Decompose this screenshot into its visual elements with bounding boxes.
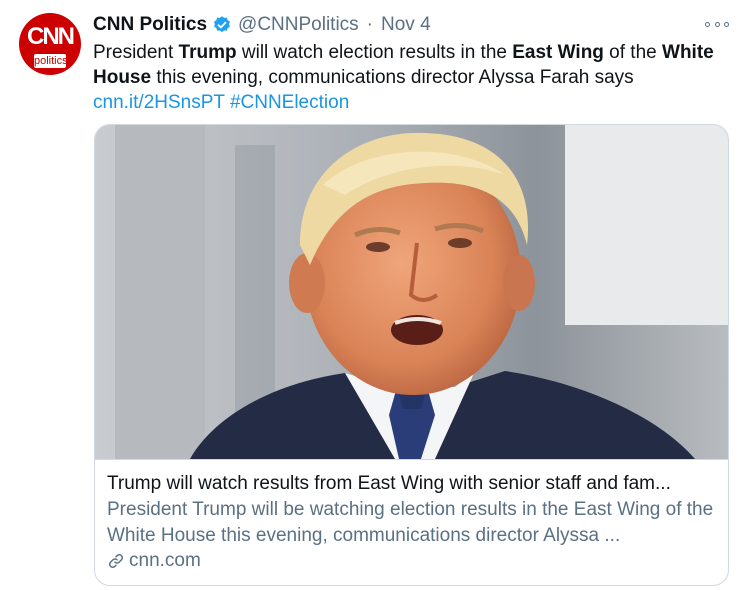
- card-domain-text: cnn.com: [129, 550, 201, 571]
- avatar[interactable]: CNN politics: [19, 13, 81, 75]
- tweet-date[interactable]: Nov 4: [381, 14, 431, 36]
- link-preview-card[interactable]: Trump will watch results from East Wing …: [94, 124, 729, 586]
- tweet-bold-east-wing: East Wing: [512, 42, 604, 63]
- tweet-text-part: of the: [603, 42, 663, 63]
- tweet-header: CNN Politics @CNNPolitics · Nov 4: [93, 12, 431, 38]
- card-title[interactable]: Trump will watch results from East Wing …: [107, 471, 717, 496]
- tweet-text: President Trump will watch election resu…: [93, 40, 743, 115]
- tweet-text-part: will watch election results in the: [236, 42, 513, 63]
- separator-dot: ·: [366, 14, 373, 35]
- more-dot: [724, 21, 729, 27]
- card-domain[interactable]: cnn.com: [107, 548, 201, 574]
- card-photo: [95, 125, 728, 460]
- card-description: President Trump will be watching electio…: [107, 499, 714, 546]
- tweet-text-part: this evening, communications director Al…: [151, 67, 634, 88]
- more-dot: [714, 21, 720, 27]
- account-name[interactable]: CNN Politics: [93, 14, 207, 36]
- link-icon: [108, 553, 124, 569]
- tweet-text-part: President: [93, 42, 179, 63]
- more-options-icon[interactable]: [705, 16, 729, 32]
- tweet-bold-trump: Trump: [178, 42, 237, 63]
- tweet-short-link[interactable]: cnn.it/2HSnsPT: [93, 92, 225, 113]
- verified-badge-icon: [212, 15, 232, 35]
- account-handle[interactable]: @CNNPolitics: [238, 14, 359, 36]
- avatar-sub-text: politics: [34, 54, 68, 68]
- more-dot: [705, 21, 710, 27]
- avatar-logo-text: CNN: [27, 23, 75, 50]
- tweet-hashtag[interactable]: #CNNElection: [230, 92, 349, 113]
